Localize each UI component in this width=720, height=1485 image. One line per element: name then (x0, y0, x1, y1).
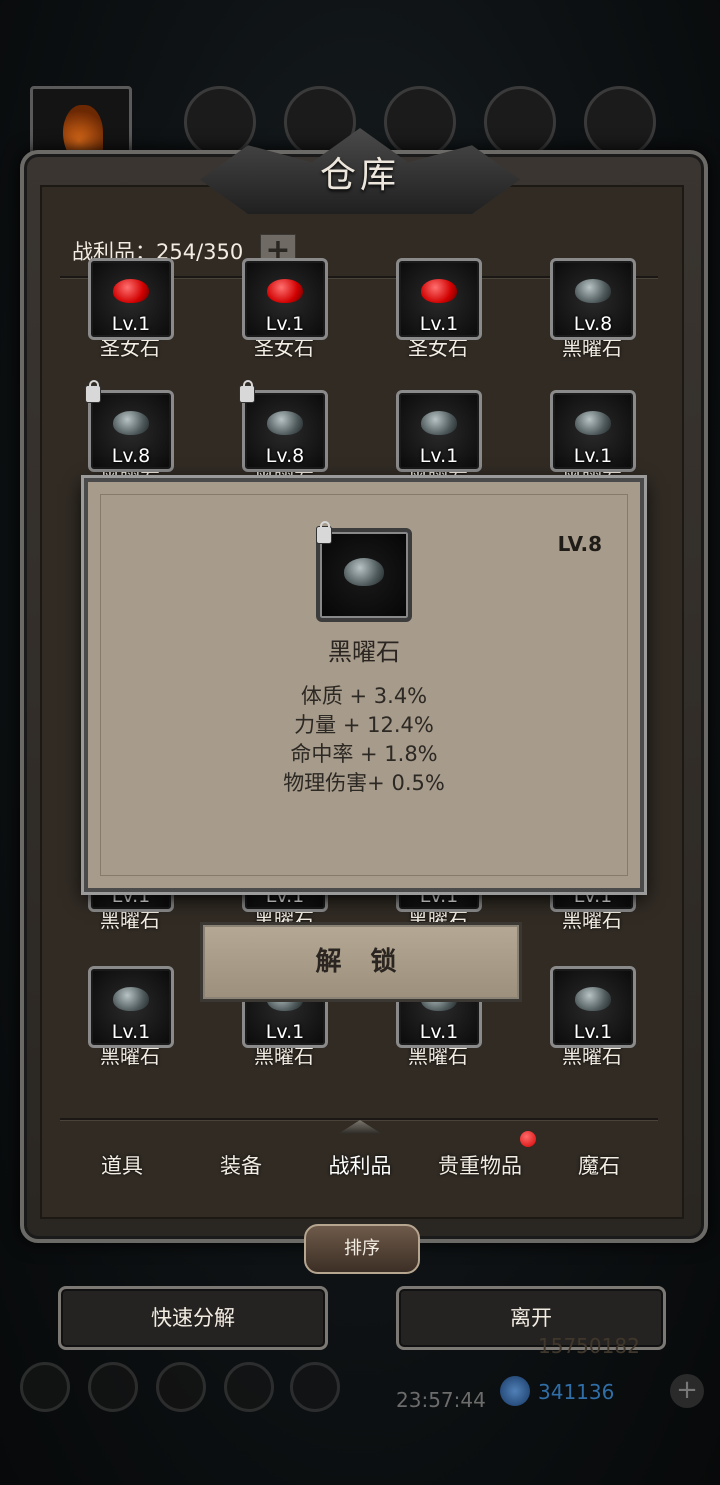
tab-loot[interactable]: 战利品 (300, 1150, 420, 1180)
obsidian-gem-icon (575, 279, 611, 303)
obsidian-gem-icon (575, 411, 611, 435)
popup-stats: 体质 + 3.4% 力量 + 12.4% 命中率 + 1.8% 物理伤害+ 0.… (88, 682, 640, 798)
crystal-amount: 341136 (538, 1380, 615, 1404)
tab-items[interactable]: 道具 (62, 1150, 182, 1180)
popup-item-slot (316, 521, 412, 622)
quick-decompose-button[interactable]: 快速分解 (58, 1286, 328, 1350)
item-frame: Lv.1 (396, 390, 482, 472)
item-level: Lv.1 (265, 313, 305, 335)
stat-line: 物理伤害+ 0.5% (283, 771, 445, 795)
item-level: Lv.1 (573, 1021, 613, 1043)
lock-icon (316, 521, 332, 544)
item-frame: Lv.8 (239, 380, 328, 472)
class-icon-1[interactable] (184, 86, 256, 158)
item-level: Lv.1 (111, 313, 151, 335)
obsidian-gem-icon (421, 411, 457, 435)
sort-button[interactable]: 排序 (304, 1224, 420, 1274)
add-currency-button[interactable]: + (670, 1374, 704, 1408)
item-level: Lv.8 (573, 313, 613, 335)
popup-item-level: LV.8 (557, 532, 602, 556)
class-icon-4[interactable] (484, 86, 556, 158)
clock-text: 23:57:44 (396, 1388, 486, 1412)
item-slot[interactable]: Lv.1 圣女石 (396, 258, 482, 361)
item-frame: Lv.1 (242, 258, 328, 340)
item-level: Lv.1 (111, 1021, 151, 1043)
obsidian-gem-icon (344, 558, 384, 586)
item-slot[interactable]: Lv.1 圣女石 (242, 258, 328, 361)
obsidian-gem-icon (575, 987, 611, 1011)
item-detail-popup: LV.8 黑曜石 体质 + 3.4% 力量 + 12.4% 命中率 + 1.8%… (84, 478, 644, 892)
item-frame: Lv.1 (88, 966, 174, 1048)
tab-equipment[interactable]: 装备 (181, 1150, 301, 1180)
holy-stone-icon (267, 279, 303, 303)
social-icon[interactable] (290, 1362, 340, 1412)
lock-icon (85, 380, 101, 403)
tab-divider (60, 1118, 658, 1121)
item-frame: Lv.8 (550, 258, 636, 340)
stat-line: 体质 + 3.4% (300, 684, 428, 708)
holy-stone-icon (113, 279, 149, 303)
item-level: Lv.1 (265, 1021, 305, 1043)
stat-line: 命中率 + 1.8% (290, 742, 438, 766)
item-frame: Lv.1 (396, 258, 482, 340)
settings-icon[interactable] (20, 1362, 70, 1412)
item-level: Lv.1 (419, 445, 459, 467)
stat-line: 力量 + 12.4% (294, 713, 434, 737)
item-frame: Lv.1 (550, 390, 636, 472)
badge-icon[interactable] (88, 1362, 138, 1412)
gold-amount: 15750182 (538, 1334, 640, 1358)
item-slot[interactable]: Lv.1黑曜石 (550, 966, 636, 1069)
tab-magic-stones[interactable]: 魔石 (539, 1150, 659, 1180)
item-level: Lv.8 (265, 445, 305, 467)
notification-dot (520, 1131, 536, 1147)
item-level: Lv.1 (419, 313, 459, 335)
item-frame: Lv.8 (85, 380, 174, 472)
obsidian-gem-icon (113, 411, 149, 435)
lock-icon (239, 380, 255, 403)
item-frame: Lv.1 (550, 966, 636, 1048)
obsidian-gem-icon (113, 987, 149, 1011)
item-level: Lv.8 (111, 445, 151, 467)
window-title: 仓库 (319, 155, 400, 196)
item-slot[interactable]: Lv.1 圣女石 (88, 258, 174, 361)
item-level: Lv.1 (419, 1021, 459, 1043)
mail-icon[interactable] (224, 1362, 274, 1412)
item-slot[interactable]: Lv.8黑曜石 (550, 258, 636, 361)
unlock-button[interactable]: 解 锁 (200, 922, 522, 1002)
obsidian-gem-icon (267, 411, 303, 435)
item-slot[interactable]: Lv.1黑曜石 (88, 966, 174, 1069)
crystal-icon (500, 1376, 530, 1406)
class-icon-5[interactable] (584, 86, 656, 158)
holy-stone-icon (421, 279, 457, 303)
tab-valuables[interactable]: 贵重物品 (420, 1150, 540, 1180)
popup-item-name: 黑曜石 (328, 638, 400, 666)
guild-icon[interactable] (156, 1362, 206, 1412)
item-frame: Lv.1 (88, 258, 174, 340)
item-level: Lv.1 (573, 445, 613, 467)
